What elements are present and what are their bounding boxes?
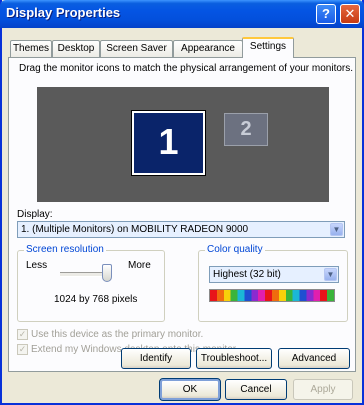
color-quality-group: Color quality Highest (32 bit) ▼ (198, 244, 348, 322)
primary-monitor-label: Use this device as the primary monitor. (31, 329, 204, 341)
monitor-1-icon[interactable]: 1 (131, 110, 206, 176)
display-select-value: 1. (Multiple Monitors) on MOBILITY RADEO… (21, 224, 249, 235)
help-button[interactable]: ? (316, 4, 336, 24)
troubleshoot-button[interactable]: Troubleshoot... (196, 348, 272, 369)
display-select[interactable]: 1. (Multiple Monitors) on MOBILITY RADEO… (17, 221, 345, 238)
display-label: Display: (17, 209, 53, 220)
more-label: More (128, 260, 151, 271)
color-quality-value: Highest (32 bit) (213, 269, 281, 280)
screen-resolution-title: Screen resolution (24, 244, 106, 255)
extend-desktop-checkbox[interactable]: ✓ (17, 344, 28, 355)
tab-desktop[interactable]: Desktop (52, 40, 100, 57)
close-button[interactable]: ✕ (340, 4, 360, 24)
color-quality-select[interactable]: Highest (32 bit) ▼ (209, 266, 339, 283)
settings-panel: Drag the monitor icons to match the phys… (8, 57, 356, 372)
apply-button[interactable]: Apply (293, 379, 353, 400)
tab-appearance[interactable]: Appearance (173, 40, 243, 57)
tab-settings[interactable]: Settings (242, 37, 294, 58)
chevron-down-icon[interactable]: ▼ (324, 268, 337, 281)
window-title: Display Properties (6, 5, 121, 20)
tab-screen-saver[interactable]: Screen Saver (100, 40, 173, 57)
ok-button[interactable]: OK (159, 378, 221, 401)
less-label: Less (26, 260, 48, 271)
resolution-value: 1024 by 768 pixels (54, 294, 138, 305)
color-quality-title: Color quality (205, 244, 265, 255)
instruction-text: Drag the monitor icons to match the phys… (19, 63, 354, 74)
primary-monitor-checkbox[interactable]: ✓ (17, 329, 28, 340)
primary-monitor-checkbox-row[interactable]: ✓ Use this device as the primary monitor. (17, 329, 203, 342)
display-properties-window: Display Properties ? ✕ Themes Desktop Sc… (0, 0, 364, 405)
screen-resolution-group: Screen resolution Less More 1024 by 768 … (17, 244, 165, 322)
color-quality-strip (209, 289, 335, 302)
resolution-slider-thumb[interactable] (102, 264, 112, 282)
monitor-arrangement-area: 1 2 (37, 87, 329, 202)
identify-button[interactable]: Identify (121, 348, 191, 369)
title-bar[interactable]: Display Properties ? ✕ (0, 0, 364, 28)
monitor-2-icon[interactable]: 2 (224, 113, 268, 146)
chevron-down-icon[interactable]: ▼ (330, 223, 343, 236)
cancel-button[interactable]: Cancel (225, 379, 287, 400)
advanced-button[interactable]: Advanced (278, 348, 350, 369)
tab-themes[interactable]: Themes (10, 40, 52, 57)
